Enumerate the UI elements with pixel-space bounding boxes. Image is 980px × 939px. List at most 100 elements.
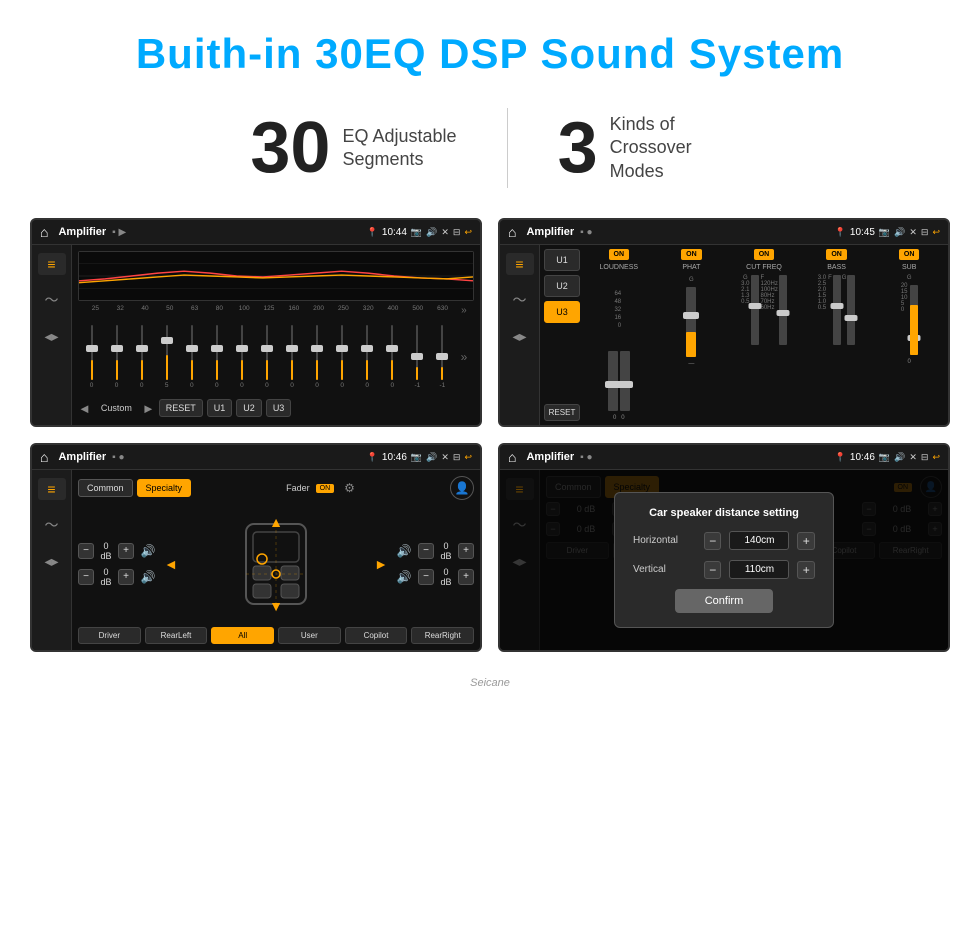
screen-1-eq: ⌂ Amplifier ▪ ▶ 📍 10:44 📷 🔊 ✕ ⊟ ↩ ≡ 〜 ◂▸ xyxy=(30,218,482,427)
vertical-minus[interactable]: − xyxy=(704,561,722,579)
slider-5[interactable]: 0 xyxy=(205,325,228,389)
db-minus-fl[interactable]: − xyxy=(78,543,94,559)
bass-toggle[interactable]: ON xyxy=(826,249,847,260)
horizontal-plus[interactable]: + xyxy=(797,532,815,550)
nav-left[interactable]: ◄ xyxy=(164,556,178,572)
vertical-value[interactable]: 110cm xyxy=(729,560,789,579)
db-minus-rl[interactable]: − xyxy=(78,569,94,585)
db-value-fr: 0 dB xyxy=(438,541,454,561)
home-icon-2[interactable]: ⌂ xyxy=(508,224,516,240)
horizontal-minus[interactable]: − xyxy=(704,532,722,550)
db-plus-fl[interactable]: + xyxy=(118,543,134,559)
preset-u1[interactable]: U1 xyxy=(544,249,580,271)
slider-14[interactable]: -1 xyxy=(431,325,454,389)
db-minus-fr[interactable]: − xyxy=(418,543,434,559)
fader-right-speakers: 🔊 − 0 dB + 🔊 − 0 dB + xyxy=(394,541,474,587)
slider-6[interactable]: 0 xyxy=(230,325,253,389)
u1-btn-1[interactable]: U1 xyxy=(207,399,233,417)
sub-toggle[interactable]: ON xyxy=(899,249,920,260)
copilot-btn[interactable]: Copilot xyxy=(345,627,408,644)
eq-icon-1[interactable]: ≡ xyxy=(38,253,66,275)
slider-1[interactable]: 0 xyxy=(105,325,128,389)
user-btn[interactable]: User xyxy=(278,627,341,644)
vertical-plus[interactable]: + xyxy=(797,561,815,579)
eq-icon-3[interactable]: ≡ xyxy=(38,478,66,500)
nav-down[interactable]: ▼ xyxy=(269,598,283,614)
rear-right-btn[interactable]: RearRight xyxy=(411,627,474,644)
loudness-toggle[interactable]: ON xyxy=(609,249,630,260)
preset-u2[interactable]: U2 xyxy=(544,275,580,297)
home-icon-1[interactable]: ⌂ xyxy=(40,224,48,240)
slider-4[interactable]: 0 xyxy=(180,325,203,389)
driver-btn[interactable]: Driver xyxy=(78,627,141,644)
db-plus-rr[interactable]: + xyxy=(458,569,474,585)
vol-icon-1[interactable]: ◂▸ xyxy=(38,325,66,347)
rear-left-btn[interactable]: RearLeft xyxy=(145,627,208,644)
db-row-fl: − 0 dB + 🔊 xyxy=(78,541,158,561)
status-bar-2: ⌂ Amplifier ▪ ● 📍 10:45 📷 🔊 ✕ ⊟ ↩ xyxy=(500,220,948,245)
fader-content: − 0 dB + 🔊 − 0 dB + 🔊 xyxy=(78,504,474,623)
db-plus-fr[interactable]: + xyxy=(458,543,474,559)
screen1-body: ≡ 〜 ◂▸ xyxy=(32,245,480,425)
slider-2[interactable]: 0 xyxy=(130,325,153,389)
prev-btn[interactable]: ◄ xyxy=(78,401,91,416)
slider-3[interactable]: 5 xyxy=(155,325,178,389)
x-icon-2: ✕ xyxy=(909,227,917,238)
expand-icon[interactable]: » xyxy=(456,350,472,364)
volume-icon-1: 🔊 xyxy=(426,227,437,238)
all-btn[interactable]: All xyxy=(211,627,274,644)
wave-icon-2[interactable]: 〜 xyxy=(506,289,534,311)
band-labels: 25 32 40 50 63 80 100 125 160 200 250 32… xyxy=(78,305,474,316)
next-btn[interactable]: ► xyxy=(142,401,155,416)
slider-10[interactable]: 0 xyxy=(331,325,354,389)
fader-on[interactable]: ON xyxy=(316,484,335,493)
wave-icon-1[interactable]: 〜 xyxy=(38,289,66,311)
preset-u3[interactable]: U3 xyxy=(544,301,580,323)
eq-icon-2[interactable]: ≡ xyxy=(506,253,534,275)
back-icon-2[interactable]: ↩ xyxy=(932,227,940,238)
u3-btn-1[interactable]: U3 xyxy=(266,399,292,417)
location-icon-2: 📍 xyxy=(835,227,846,238)
db-minus-rr[interactable]: − xyxy=(418,569,434,585)
specialty-btn[interactable]: Specialty xyxy=(137,479,192,497)
db-plus-rl[interactable]: + xyxy=(118,569,134,585)
eq-stat: 30 EQ AdjustableSegments xyxy=(200,112,506,184)
person-icon[interactable]: 👤 xyxy=(450,476,474,500)
camera-icon-3: 📷 xyxy=(411,452,422,463)
slider-8[interactable]: 0 xyxy=(281,325,304,389)
reset-btn-cx[interactable]: RESET xyxy=(544,404,580,421)
slider-9[interactable]: 0 xyxy=(306,325,329,389)
back-icon-1[interactable]: ↩ xyxy=(464,227,472,238)
screen3-top: Common Specialty Fader ON ⚙ 👤 xyxy=(78,476,474,500)
page-header: Buith-in 30EQ DSP Sound System xyxy=(0,0,980,98)
home-icon-3[interactable]: ⌂ xyxy=(40,449,48,465)
screen2-cx-main: U1 U2 U3 RESET ON LOUDNESS 64 48 xyxy=(540,245,948,425)
home-icon-4[interactable]: ⌂ xyxy=(508,449,516,465)
common-btn[interactable]: Common xyxy=(78,479,133,497)
reset-btn-1[interactable]: RESET xyxy=(159,399,203,417)
mode-buttons: Common Specialty xyxy=(78,479,191,497)
cutfreq-toggle[interactable]: ON xyxy=(754,249,775,260)
back-icon-4[interactable]: ↩ xyxy=(932,452,940,463)
nav-right[interactable]: ► xyxy=(374,556,388,572)
phat-toggle[interactable]: ON xyxy=(681,249,702,260)
screen1-play-icons: ▪ ▶ xyxy=(112,227,126,238)
slider-0[interactable]: 0 xyxy=(80,325,103,389)
status-bar-1: ⌂ Amplifier ▪ ▶ 📍 10:44 📷 🔊 ✕ ⊟ ↩ xyxy=(32,220,480,245)
wave-icon-3[interactable]: 〜 xyxy=(38,514,66,536)
slider-13[interactable]: -1 xyxy=(406,325,429,389)
back-icon-3[interactable]: ↩ xyxy=(464,452,472,463)
vertical-row: Vertical − 110cm + xyxy=(633,560,815,579)
screen3-status-icons: 📍 10:46 📷 🔊 ✕ ⊟ ↩ xyxy=(367,452,472,463)
horizontal-value[interactable]: 140cm xyxy=(729,531,789,550)
screen2-body: ≡ 〜 ◂▸ U1 U2 U3 RESET ON xyxy=(500,245,948,425)
confirm-button[interactable]: Confirm xyxy=(675,589,774,613)
slider-7[interactable]: 0 xyxy=(255,325,278,389)
speaker-icon-rl: 🔊 xyxy=(138,567,158,587)
vol-icon-3[interactable]: ◂▸ xyxy=(38,550,66,572)
u2-btn-1[interactable]: U2 xyxy=(236,399,262,417)
nav-up[interactable]: ▲ xyxy=(269,514,283,530)
slider-12[interactable]: 0 xyxy=(381,325,404,389)
vol-icon-2[interactable]: ◂▸ xyxy=(506,325,534,347)
slider-11[interactable]: 0 xyxy=(356,325,379,389)
